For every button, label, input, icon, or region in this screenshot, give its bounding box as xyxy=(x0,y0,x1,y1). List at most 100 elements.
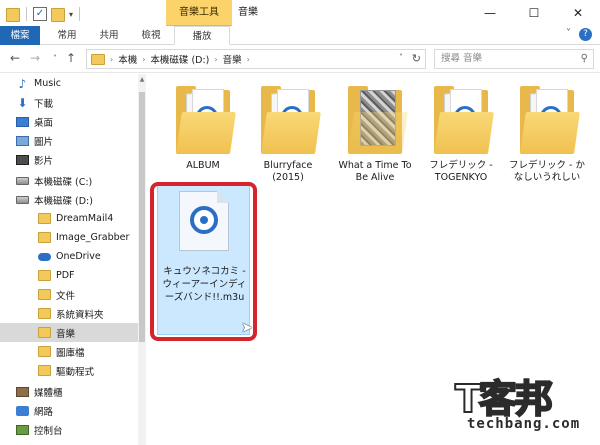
sidebar-item-music[interactable]: ♪ Music xyxy=(0,74,140,93)
breadcrumb-music[interactable]: 音樂 xyxy=(223,52,242,66)
folder-icon xyxy=(261,86,321,156)
folder-item-album[interactable]: ALBUM xyxy=(163,86,243,172)
breadcrumb-this-pc[interactable]: 本機 xyxy=(118,52,137,66)
address-bar[interactable]: › 本機 › 本機磁碟 (D:) › 音樂 › ˅ ↻ xyxy=(86,49,426,69)
folder-icon xyxy=(520,86,580,156)
sidebar-item-gallery[interactable]: 圖庫檔 xyxy=(0,342,140,361)
recent-locations-icon[interactable]: ˅ xyxy=(48,54,62,63)
minimize-button[interactable]: — xyxy=(468,0,512,26)
sidebar-scroll-thumb[interactable] xyxy=(139,92,145,342)
sidebar-item-dreammail4[interactable]: DreamMail4 xyxy=(0,209,140,228)
sidebar-item-pdf[interactable]: PDF xyxy=(0,266,140,285)
drive-icon xyxy=(16,195,29,204)
tab-home[interactable]: 常用 xyxy=(48,26,86,45)
chevron-right-icon[interactable]: › xyxy=(214,55,217,64)
expand-ribbon-icon[interactable]: ˅ xyxy=(566,28,571,41)
customize-toolbar-icon[interactable]: ▾ xyxy=(69,10,73,19)
up-arrow-icon[interactable]: ↑ xyxy=(64,51,78,65)
sidebar-item-drive-d[interactable]: 本機磁碟 (D:) xyxy=(0,190,140,209)
folder-icon xyxy=(38,365,51,376)
refresh-icon[interactable]: ↻ xyxy=(412,52,421,65)
sidebar-item-image-grabber[interactable]: Image_Grabber xyxy=(0,228,140,247)
music-icon: ♪ xyxy=(18,76,27,91)
properties-icon[interactable]: ✓ xyxy=(33,7,47,21)
folder-icon xyxy=(176,86,236,156)
desktop-icon xyxy=(16,116,29,127)
sidebar-item-label: 本機磁碟 (D:) xyxy=(34,195,93,207)
sidebar-item-system-folder[interactable]: 系統資料夾 xyxy=(0,304,140,323)
navigation-bar: ← → ˅ ↑ › 本機 › 本機磁碟 (D:) › 音樂 › ˅ ↻ 搜尋 音… xyxy=(0,45,600,73)
folder-icon xyxy=(38,232,51,243)
new-folder-icon[interactable] xyxy=(51,8,65,22)
sidebar-item-label: OneDrive xyxy=(56,251,101,262)
breadcrumb-drive-d[interactable]: 本機磁碟 (D:) xyxy=(150,52,209,66)
sidebar-item-videos[interactable]: 影片 xyxy=(0,150,140,169)
chevron-right-icon[interactable]: › xyxy=(142,55,145,64)
tab-file[interactable]: 檔案 xyxy=(0,26,40,45)
sidebar-item-label: 文件 xyxy=(56,290,76,302)
tab-play[interactable]: 播放 xyxy=(174,26,230,45)
folder-icon xyxy=(38,213,51,224)
techbang-logo: T客邦 techbang.com xyxy=(454,368,595,440)
sidebar-item-downloads[interactable]: ⬇ 下載 xyxy=(0,93,140,112)
toolbar-divider xyxy=(26,7,27,21)
window-controls: — ☐ ✕ xyxy=(468,0,600,26)
search-placeholder: 搜尋 音樂 xyxy=(441,53,483,64)
ribbon-tabs: 檔案 常用 共用 檢視 播放 ˅ ? xyxy=(0,26,600,45)
pictures-icon xyxy=(16,135,29,146)
sidebar-item-documents[interactable]: 文件 xyxy=(0,285,140,304)
onedrive-icon xyxy=(38,252,51,261)
maximize-button[interactable]: ☐ xyxy=(512,0,556,26)
sidebar-item-label: Image_Grabber xyxy=(56,232,130,243)
back-arrow-icon[interactable]: ← xyxy=(8,51,22,65)
music-tools-context-tab[interactable]: 音樂工具 xyxy=(166,0,232,26)
folder-item-togenkyo[interactable]: フレデリック - TOGENKYO xyxy=(421,86,501,184)
chevron-down-icon[interactable]: ˅ xyxy=(399,53,403,62)
chevron-right-icon[interactable]: › xyxy=(247,55,250,64)
sidebar-item-label: 音樂 xyxy=(56,328,76,340)
sidebar-item-label: Music xyxy=(34,78,62,89)
tab-view[interactable]: 檢視 xyxy=(132,26,170,45)
folder-icon xyxy=(38,270,51,281)
drive-icon xyxy=(16,176,29,185)
chevron-right-icon[interactable]: › xyxy=(110,55,113,64)
sidebar-item-label: 圖庫檔 xyxy=(56,347,85,359)
tab-share[interactable]: 共用 xyxy=(90,26,128,45)
search-input[interactable]: 搜尋 音樂 ⚲ xyxy=(434,49,594,69)
forward-arrow-icon[interactable]: → xyxy=(28,51,42,65)
logo-text: T客邦 xyxy=(454,376,554,422)
sidebar-item-drivers[interactable]: 驅動程式 xyxy=(0,361,140,380)
ribbon-controls: ˅ ? xyxy=(566,28,592,41)
search-icon[interactable]: ⚲ xyxy=(581,50,588,68)
sidebar-item-label: 網路 xyxy=(34,406,54,418)
sidebar-item-libraries[interactable]: 媒體櫃 xyxy=(0,382,140,401)
close-button[interactable]: ✕ xyxy=(556,0,600,26)
help-icon[interactable]: ? xyxy=(579,28,592,41)
scroll-up-icon[interactable]: ▲ xyxy=(138,76,146,83)
sidebar-item-network[interactable]: 網路 xyxy=(0,401,140,420)
folder-item-kanashii[interactable]: フレデリック - かなしいうれしい xyxy=(507,86,587,184)
toolbar-divider xyxy=(79,7,81,21)
library-icon xyxy=(16,386,29,397)
sidebar-item-music-folder[interactable]: 音樂 xyxy=(0,323,140,342)
sidebar-item-label: 媒體櫃 xyxy=(34,387,63,399)
folder-icon xyxy=(91,53,105,65)
folder-icon xyxy=(38,289,51,300)
sidebar-item-label: 驅動程式 xyxy=(56,366,95,378)
sidebar-item-label: 下載 xyxy=(34,98,54,110)
sidebar-item-onedrive[interactable]: OneDrive xyxy=(0,247,140,266)
sidebar-item-label: DreamMail4 xyxy=(56,213,114,224)
sidebar-item-label: 控制台 xyxy=(34,425,63,437)
quick-access-toolbar: ✓ ▾ xyxy=(6,6,82,22)
folder-label: ALBUM xyxy=(186,160,220,171)
folder-item-what-a-time[interactable]: What a Time To Be Alive xyxy=(335,86,415,184)
sidebar-item-pictures[interactable]: 圖片 xyxy=(0,131,140,150)
control-panel-icon xyxy=(16,424,29,435)
folder-label: Blurryface (2015) xyxy=(263,160,313,183)
sidebar-item-drive-c[interactable]: 本機磁碟 (C:) xyxy=(0,171,140,190)
folder-label: フレデリック - かなしいうれしい xyxy=(509,160,585,183)
sidebar-item-control-panel[interactable]: 控制台 xyxy=(0,420,140,439)
folder-item-blurryface[interactable]: Blurryface (2015) xyxy=(248,86,328,184)
folder-icon[interactable] xyxy=(6,8,20,22)
sidebar-item-desktop[interactable]: 桌面 xyxy=(0,112,140,131)
